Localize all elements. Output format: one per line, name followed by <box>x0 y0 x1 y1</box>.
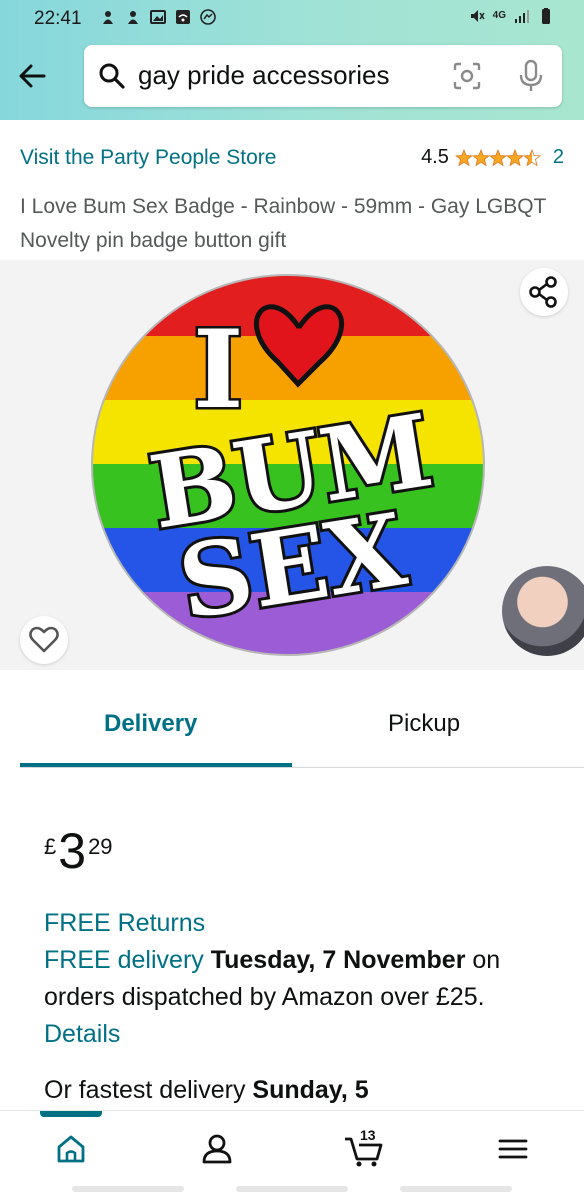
free-returns-link[interactable]: FREE Returns <box>44 905 564 942</box>
star-rating-icon <box>455 149 541 166</box>
store-link[interactable]: Visit the Party People Store <box>20 146 276 170</box>
top-bar: 22:41 4G gay pride accessories <box>0 0 584 120</box>
delivery-pickup-tabs: Delivery Pickup <box>20 690 584 768</box>
wifi-call-icon <box>176 10 190 24</box>
wishlist-button[interactable] <box>20 616 68 664</box>
tab-pickup[interactable]: Pickup <box>388 710 460 738</box>
share-icon <box>529 276 557 308</box>
badge-text-i: I <box>193 307 244 433</box>
product-title: I Love Bum Sex Badge - Rainbow - 59mm - … <box>20 195 546 252</box>
tab-delivery[interactable]: Delivery <box>104 710 197 738</box>
app-notification-icon <box>128 11 138 24</box>
status-bar: 22:41 4G <box>0 0 584 38</box>
microphone-icon[interactable] <box>516 59 546 93</box>
active-nav-indicator <box>40 1111 102 1117</box>
home-icon[interactable] <box>51 1129 91 1169</box>
search-bar[interactable]: gay pride accessories <box>84 45 562 107</box>
system-icons: 4G <box>469 8 554 24</box>
delivery-message: FREE delivery Tuesday, 7 November on ord… <box>44 942 564 1053</box>
gesture-bar <box>400 1186 512 1192</box>
fastest-delivery: Or fastest delivery Sunday, 5 <box>44 1072 564 1109</box>
rating-value: 4.5 <box>421 146 449 168</box>
account-icon[interactable] <box>197 1129 237 1169</box>
messenger-icon <box>200 9 216 25</box>
delivery-on: on <box>472 946 501 974</box>
product-rating[interactable]: 4.5 2 <box>421 146 564 169</box>
details-link[interactable]: Details <box>44 1020 120 1048</box>
price: £ 3 29 <box>44 822 113 880</box>
back-arrow-icon[interactable] <box>14 58 50 94</box>
search-query[interactable]: gay pride accessories <box>138 60 389 91</box>
rating-count[interactable]: 2 <box>553 146 564 169</box>
menu-icon[interactable] <box>493 1129 533 1169</box>
active-tab-indicator <box>20 763 292 767</box>
cart-count-badge: 13 <box>360 1127 376 1143</box>
camera-scan-icon[interactable] <box>452 61 482 91</box>
fastest-delivery-date: Sunday, 5 <box>252 1076 369 1104</box>
free-delivery-link[interactable]: FREE delivery <box>44 946 204 974</box>
price-fraction: 29 <box>88 834 113 859</box>
battery-icon <box>542 8 550 24</box>
gallery-icon <box>150 10 166 24</box>
share-button[interactable] <box>520 268 568 316</box>
price-currency: £ <box>44 834 57 859</box>
heart-outline-icon <box>29 626 59 653</box>
product-image[interactable]: I BUM SEX <box>88 272 488 658</box>
app-notification-icon <box>103 11 113 24</box>
mute-icon <box>470 10 485 22</box>
delivery-date: Tuesday, 7 November <box>210 946 466 974</box>
floating-avatar[interactable] <box>502 566 584 656</box>
gesture-bar <box>236 1186 348 1192</box>
price-whole: 3 <box>58 823 87 879</box>
network-type: 4G <box>492 10 506 21</box>
signal-icon <box>515 10 529 23</box>
product-image-gallery[interactable]: I BUM SEX <box>0 260 584 670</box>
gesture-bar <box>72 1186 184 1192</box>
delivery-condition: orders dispatched by Amazon over £25. <box>44 983 485 1011</box>
status-time: 22:41 <box>34 8 82 29</box>
fastest-delivery-label: Or fastest delivery <box>44 1076 246 1104</box>
search-icon <box>99 63 125 89</box>
notification-icons <box>100 9 216 25</box>
